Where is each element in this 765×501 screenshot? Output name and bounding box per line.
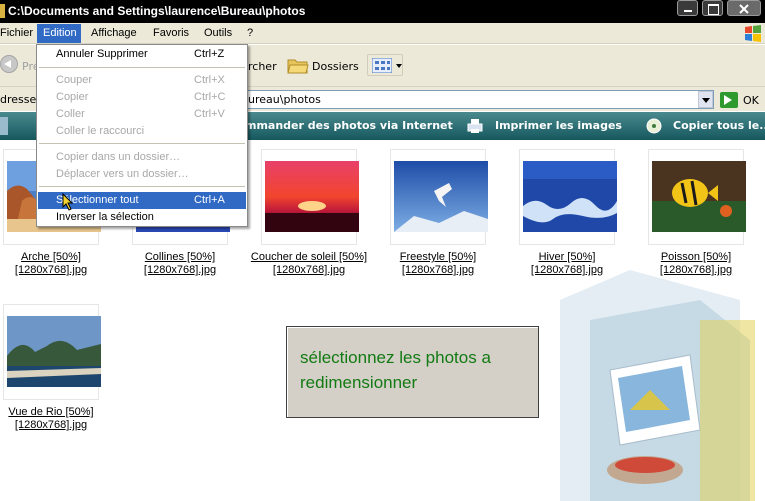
menu-item-inverser-selection[interactable]: Inverser la sélection xyxy=(38,209,246,226)
printer-icon xyxy=(467,119,483,133)
menu-affichage[interactable]: Affichage xyxy=(91,27,137,39)
file-label-collines[interactable]: Collines [50%] [1280x768].jpg xyxy=(115,251,245,277)
address-label: dresse xyxy=(0,93,37,106)
chevron-down-icon xyxy=(396,64,402,68)
menu-item-annuler-supprimer[interactable]: Annuler Supprimer Ctrl+Z xyxy=(38,46,246,63)
folders-icon xyxy=(287,59,309,74)
file-label-vue-de-rio[interactable]: Vue de Rio [50%] [1280x768].jpg xyxy=(0,406,116,432)
photo-hiver xyxy=(523,161,617,232)
thumbnail-freestyle[interactable] xyxy=(390,149,488,245)
view-icon xyxy=(372,58,392,73)
minimize-button[interactable] xyxy=(677,0,698,16)
folder-watermark-icon xyxy=(560,270,755,501)
menu-item-coller[interactable]: Coller Ctrl+V xyxy=(38,106,246,123)
address-input[interactable]: ureau\photos xyxy=(247,90,714,109)
photo-poisson xyxy=(652,161,746,232)
menu-item-copier[interactable]: Copier Ctrl+C xyxy=(38,89,246,106)
mouse-cursor-icon xyxy=(62,193,74,211)
window-title: C:\Documents and Settings\laurence\Burea… xyxy=(8,4,306,18)
menu-help[interactable]: ? xyxy=(247,27,253,39)
maximize-button[interactable] xyxy=(702,0,723,16)
copy-all-link[interactable]: Copier tous le... xyxy=(673,119,765,132)
file-label-arche[interactable]: Arche [50%] [1280x768].jpg xyxy=(0,251,116,277)
go-button[interactable]: OK xyxy=(743,94,759,107)
menu-separator xyxy=(39,67,245,68)
menu-item-copier-dossier[interactable]: Copier dans un dossier… xyxy=(38,149,246,166)
task-icon xyxy=(0,117,8,135)
file-label-coucher-de-soleil[interactable]: Coucher de soleil [50%] [1280x768].jpg xyxy=(244,251,374,277)
order-photos-link[interactable]: mmander des photos via Internet xyxy=(245,119,453,132)
photo-vue-de-rio xyxy=(7,316,101,387)
menu-separator xyxy=(39,186,245,187)
thumbnail-hiver[interactable] xyxy=(519,149,617,245)
menu-edition[interactable]: Edition xyxy=(43,27,77,39)
instruction-text: sélectionnez les photos a redimensionner xyxy=(300,348,491,392)
close-icon xyxy=(739,4,749,14)
file-label-freestyle[interactable]: Freestyle [50%] [1280x768].jpg xyxy=(373,251,503,277)
address-dropdown-button[interactable] xyxy=(698,91,713,108)
thumbnail-vue-de-rio[interactable] xyxy=(3,304,101,400)
thumbnail-coucher-de-soleil[interactable] xyxy=(261,149,359,245)
windows-logo-icon xyxy=(745,25,761,42)
go-arrow-icon[interactable] xyxy=(720,92,738,108)
photo-coucher-de-soleil xyxy=(265,161,359,232)
search-button[interactable]: rcher xyxy=(248,60,277,73)
folder-icon xyxy=(0,4,5,18)
photo-freestyle xyxy=(394,161,488,232)
title-bar: C:\Documents and Settings\laurence\Burea… xyxy=(0,0,765,23)
menu-favoris[interactable]: Favoris xyxy=(153,27,189,39)
menu-item-couper[interactable]: Couper Ctrl+X xyxy=(38,72,246,89)
menu-item-coller-raccourci[interactable]: Coller le raccourci xyxy=(38,123,246,140)
menu-bar: Fichier Edition Affichage Favoris Outils… xyxy=(0,23,765,44)
back-button[interactable] xyxy=(0,55,18,73)
instruction-box: sélectionnez les photos a redimensionner xyxy=(286,326,539,418)
folders-button[interactable]: Dossiers xyxy=(312,60,359,73)
print-images-link[interactable]: Imprimer les images xyxy=(495,119,622,132)
thumbnail-poisson[interactable] xyxy=(648,149,746,245)
view-menu-button[interactable] xyxy=(367,54,403,76)
menu-separator xyxy=(39,143,245,144)
cd-copy-icon xyxy=(646,118,662,134)
menu-fichier[interactable]: Fichier xyxy=(0,27,33,39)
menu-outils[interactable]: Outils xyxy=(204,27,232,39)
close-button[interactable] xyxy=(727,0,761,16)
menu-item-deplacer-dossier[interactable]: Déplacer vers un dossier… xyxy=(38,166,246,183)
address-value: ureau\photos xyxy=(248,93,321,106)
